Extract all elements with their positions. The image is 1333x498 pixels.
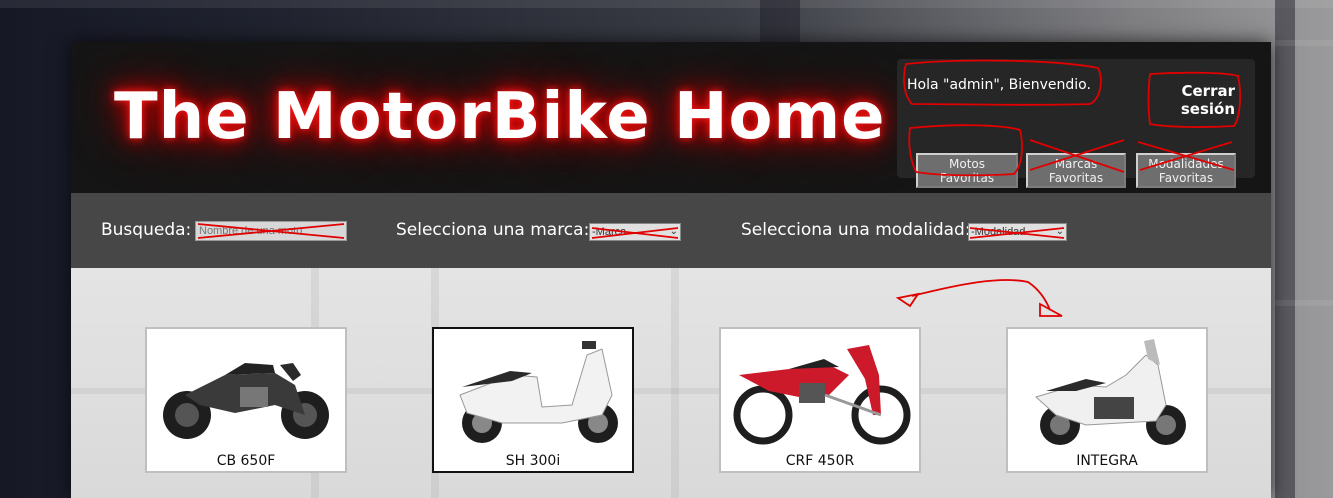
chevron-down-icon: ⌄ [669,226,678,237]
button-label-line2: Favoritas [1048,171,1104,185]
button-label-line2: Favoritas [939,171,995,185]
chevron-down-icon: ⌄ [1055,226,1064,237]
bike-grid: CB 650F SH 300i CRF 450R INTEGRA [71,268,1271,498]
brand-select[interactable]: -Marca- ⌄ [589,223,681,241]
motorbike-image [733,345,911,445]
brand-select-value: -Marca- [592,226,630,238]
brand-label: Selecciona una marca: [396,220,590,240]
bike-card[interactable]: CRF 450R [719,327,921,473]
bike-name: CRF 450R [785,453,855,469]
header: The MotorBike Home Hola "admin", Bienven… [71,42,1271,193]
favorite-brands-button[interactable]: Marcas Favoritas [1026,153,1126,188]
mode-select-value: -Modalidad- [971,226,1030,238]
mode-select[interactable]: -Modalidad- ⌄ [968,223,1067,241]
mode-label: Selecciona una modalidad: [741,220,971,240]
search-input[interactable] [195,221,347,241]
logout-label-line2: sesión [1180,100,1235,118]
motorbike-image [1035,339,1186,445]
bike-name: INTEGRA [1076,453,1138,469]
bike-card[interactable]: CB 650F [145,327,347,473]
greeting-text: Hola "admin", Bienvendio. [907,77,1091,93]
filter-bar: Busqueda: Selecciona una marca: -Marca- … [71,193,1271,268]
bike-name: SH 300i [505,453,561,469]
button-label-line1: Modalidades [1148,157,1224,171]
button-label-line1: Marcas [1054,157,1098,171]
logout-label-line1: Cerrar [1181,82,1236,100]
logout-button[interactable]: Cerrar sesión [1165,82,1235,118]
main-panel: The MotorBike Home Hola "admin", Bienven… [71,42,1271,498]
button-label-line2: Favoritas [1158,171,1214,185]
search-label: Busqueda: [101,220,192,240]
bike-name: CB 650F [216,453,276,469]
site-title: The MotorBike Home [114,80,886,154]
button-label-line1: Motos [949,157,985,171]
bike-card[interactable]: SH 300i [432,327,634,473]
motorbike-image [163,363,329,439]
bike-card[interactable]: INTEGRA [1006,327,1208,473]
user-box: Hola "admin", Bienvendio. Cerrar sesión … [897,59,1255,188]
motorbike-image [459,341,618,443]
favorite-bikes-button[interactable]: Motos Favoritas [916,153,1018,188]
favorite-modes-button[interactable]: Modalidades Favoritas [1136,153,1236,188]
